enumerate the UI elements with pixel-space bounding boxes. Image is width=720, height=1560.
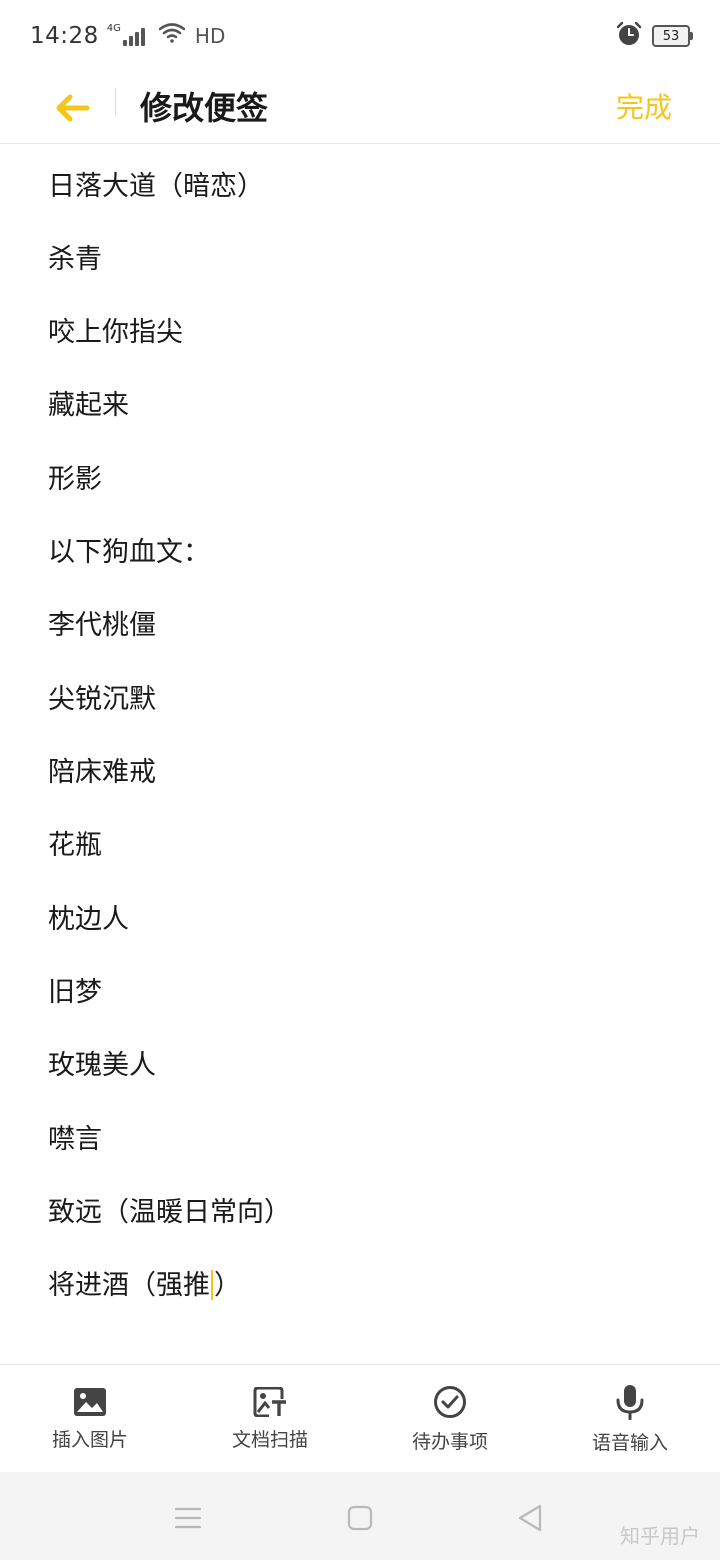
note-line-text: 将进酒（强推: [48, 1270, 210, 1301]
check-circle-icon: [434, 1385, 466, 1418]
text-cursor: [211, 1270, 213, 1300]
bottom-toolbar: 插入图片 文档扫描 待办事项 语音输入: [0, 1364, 720, 1472]
image-icon: [74, 1387, 106, 1416]
arrow-left-icon: [56, 94, 90, 122]
note-line[interactable]: 花瓶: [48, 826, 102, 866]
navigation-bar: 知乎用户: [0, 1472, 720, 1560]
network-type: 4G: [106, 22, 121, 34]
note-line-text: ）: [214, 1270, 241, 1301]
watermark: 知乎用户: [620, 1524, 700, 1548]
home-square-icon: [347, 1505, 373, 1531]
header-divider: [115, 88, 116, 116]
nav-menu-button[interactable]: [168, 1498, 208, 1538]
status-bar: 14:28 4G HD 53: [0, 0, 720, 72]
note-line[interactable]: 杀青: [48, 240, 102, 280]
nav-back-button[interactable]: [510, 1498, 550, 1538]
note-line[interactable]: 玫瑰美人: [48, 1046, 156, 1086]
status-time: 14:28: [30, 23, 99, 49]
note-line[interactable]: 以下狗血文：: [48, 533, 210, 573]
alarm-icon: [616, 21, 642, 51]
note-line[interactable]: 李代桃僵: [48, 606, 156, 646]
note-line[interactable]: 咬上你指尖: [48, 313, 183, 353]
voice-input-label: 语音输入: [591, 1431, 668, 1454]
done-button[interactable]: 完成: [616, 84, 672, 132]
wifi-icon: [158, 23, 186, 49]
app-header: 修改便签 完成: [0, 72, 720, 144]
scan-document-label: 文档扫描: [231, 1428, 308, 1451]
status-right: 53: [616, 21, 693, 51]
nav-home-button[interactable]: [340, 1498, 380, 1538]
note-line-active[interactable]: 将进酒（强推）: [48, 1266, 241, 1306]
scan-document-icon: [253, 1386, 286, 1417]
hd-label: HD: [194, 24, 226, 48]
note-line[interactable]: 致远（温暖日常向）: [48, 1193, 291, 1233]
note-line[interactable]: 日落大道（暗恋）: [48, 167, 264, 207]
note-line[interactable]: 旧梦: [48, 973, 102, 1013]
todo-button[interactable]: 待办事项: [360, 1365, 540, 1473]
insert-image-button[interactable]: 插入图片: [0, 1365, 180, 1473]
page-title: 修改便签: [140, 89, 269, 127]
microphone-icon: [616, 1384, 644, 1420]
note-line[interactable]: 枕边人: [48, 900, 129, 940]
battery-icon: 53: [652, 25, 693, 47]
voice-input-button[interactable]: 语音输入: [540, 1365, 720, 1473]
triangle-back-icon: [518, 1504, 542, 1532]
menu-icon: [174, 1507, 202, 1529]
signal-icon: [122, 26, 145, 46]
note-editor[interactable]: 日落大道（暗恋） 杀青 咬上你指尖 藏起来 形影 以下狗血文： 李代桃僵 尖锐沉…: [0, 145, 720, 1363]
insert-image-label: 插入图片: [51, 1428, 128, 1451]
note-line[interactable]: 藏起来: [48, 386, 129, 426]
note-line[interactable]: 陪床难戒: [48, 753, 156, 793]
note-line[interactable]: 尖锐沉默: [48, 680, 156, 720]
todo-label: 待办事项: [411, 1430, 488, 1453]
note-line[interactable]: 噤言: [48, 1120, 102, 1160]
note-line[interactable]: 形影: [48, 460, 102, 500]
scan-document-button[interactable]: 文档扫描: [180, 1365, 360, 1473]
status-left: 14:28 4G HD: [30, 22, 226, 50]
back-button[interactable]: [48, 84, 96, 132]
